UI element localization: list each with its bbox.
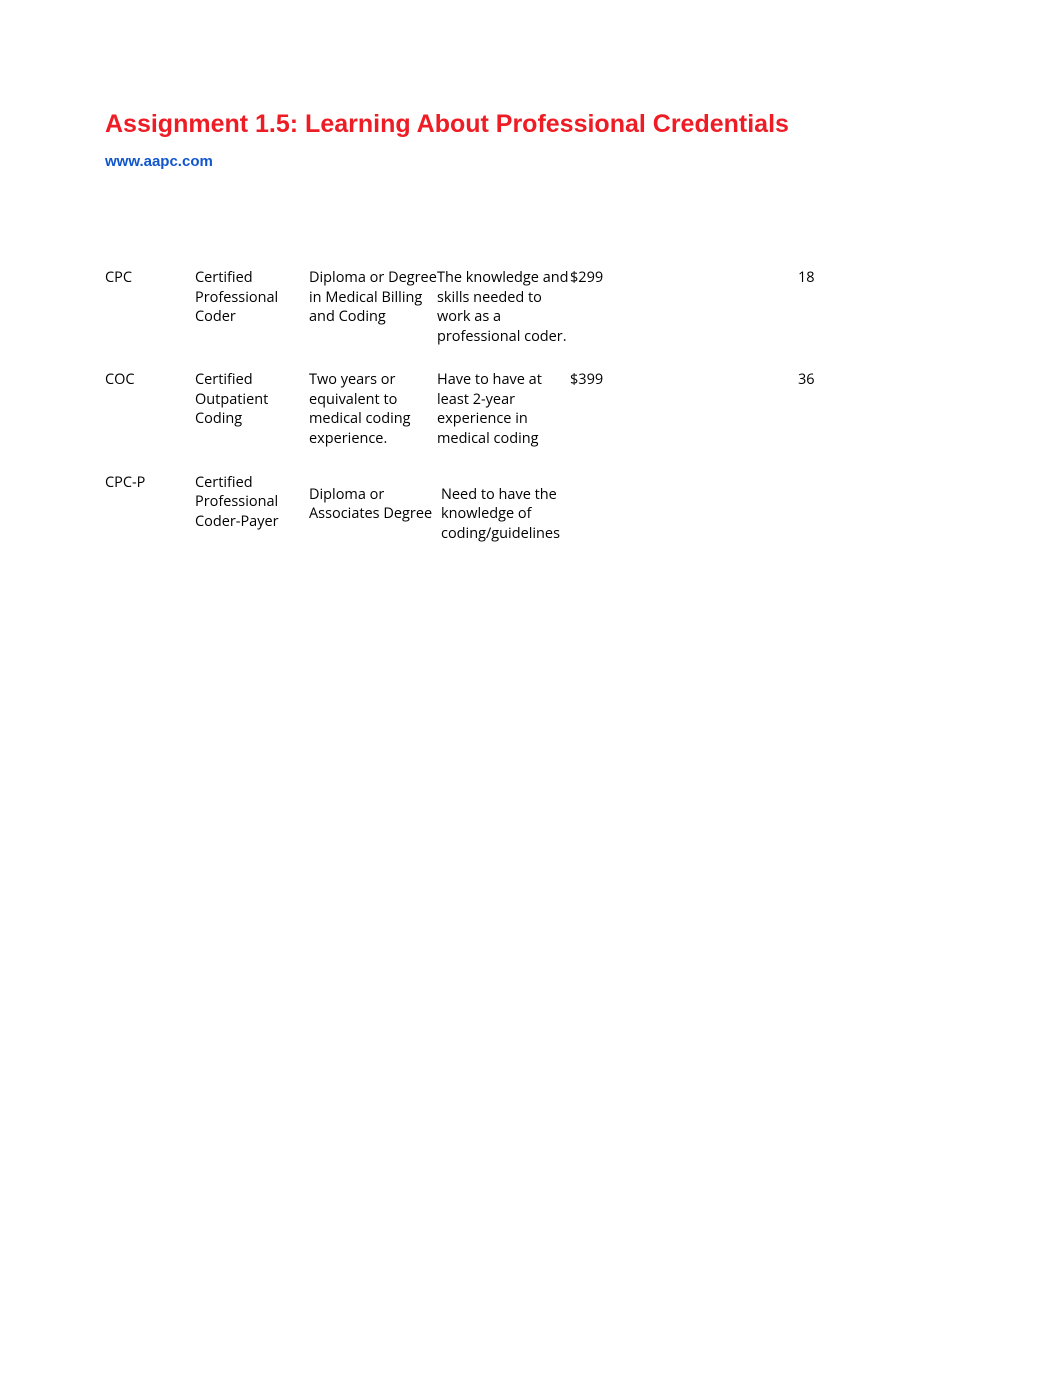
credential-code: CPC-P: [105, 473, 195, 493]
document-title: Assignment 1.5: Learning About Professio…: [105, 110, 957, 139]
credential-cost: $399: [570, 370, 798, 390]
table-row: CPC Certified Professional Coder Diploma…: [105, 268, 957, 346]
credential-requirement: The knowledge and skills needed to work …: [437, 268, 570, 346]
source-link[interactable]: www.aapc.com: [105, 153, 957, 170]
credential-education: Diploma or Associates Degree: [309, 473, 437, 524]
credential-education: Diploma or Degree in Medical Billing and…: [309, 268, 437, 327]
credential-requirement: Need to have the knowledge of coding/gui…: [437, 473, 570, 544]
credential-code: CPC: [105, 268, 195, 288]
credential-name: Certified Outpatient Coding: [195, 370, 309, 429]
table-row: COC Certified Outpatient Coding Two year…: [105, 370, 957, 448]
credential-education: Two years or equivalent to medical codin…: [309, 370, 437, 448]
credentials-table: CPC Certified Professional Coder Diploma…: [105, 268, 957, 543]
table-row: CPC-P Certified Professional Coder-Payer…: [105, 473, 957, 544]
credential-name: Certified Professional Coder-Payer: [195, 473, 309, 532]
credential-cost: $299: [570, 268, 798, 288]
credential-ceus: 18: [798, 268, 828, 288]
credential-code: COC: [105, 370, 195, 390]
credential-name: Certified Professional Coder: [195, 268, 309, 327]
credential-ceus: 36: [798, 370, 828, 390]
credential-requirement: Have to have at least 2-year experience …: [437, 370, 570, 448]
